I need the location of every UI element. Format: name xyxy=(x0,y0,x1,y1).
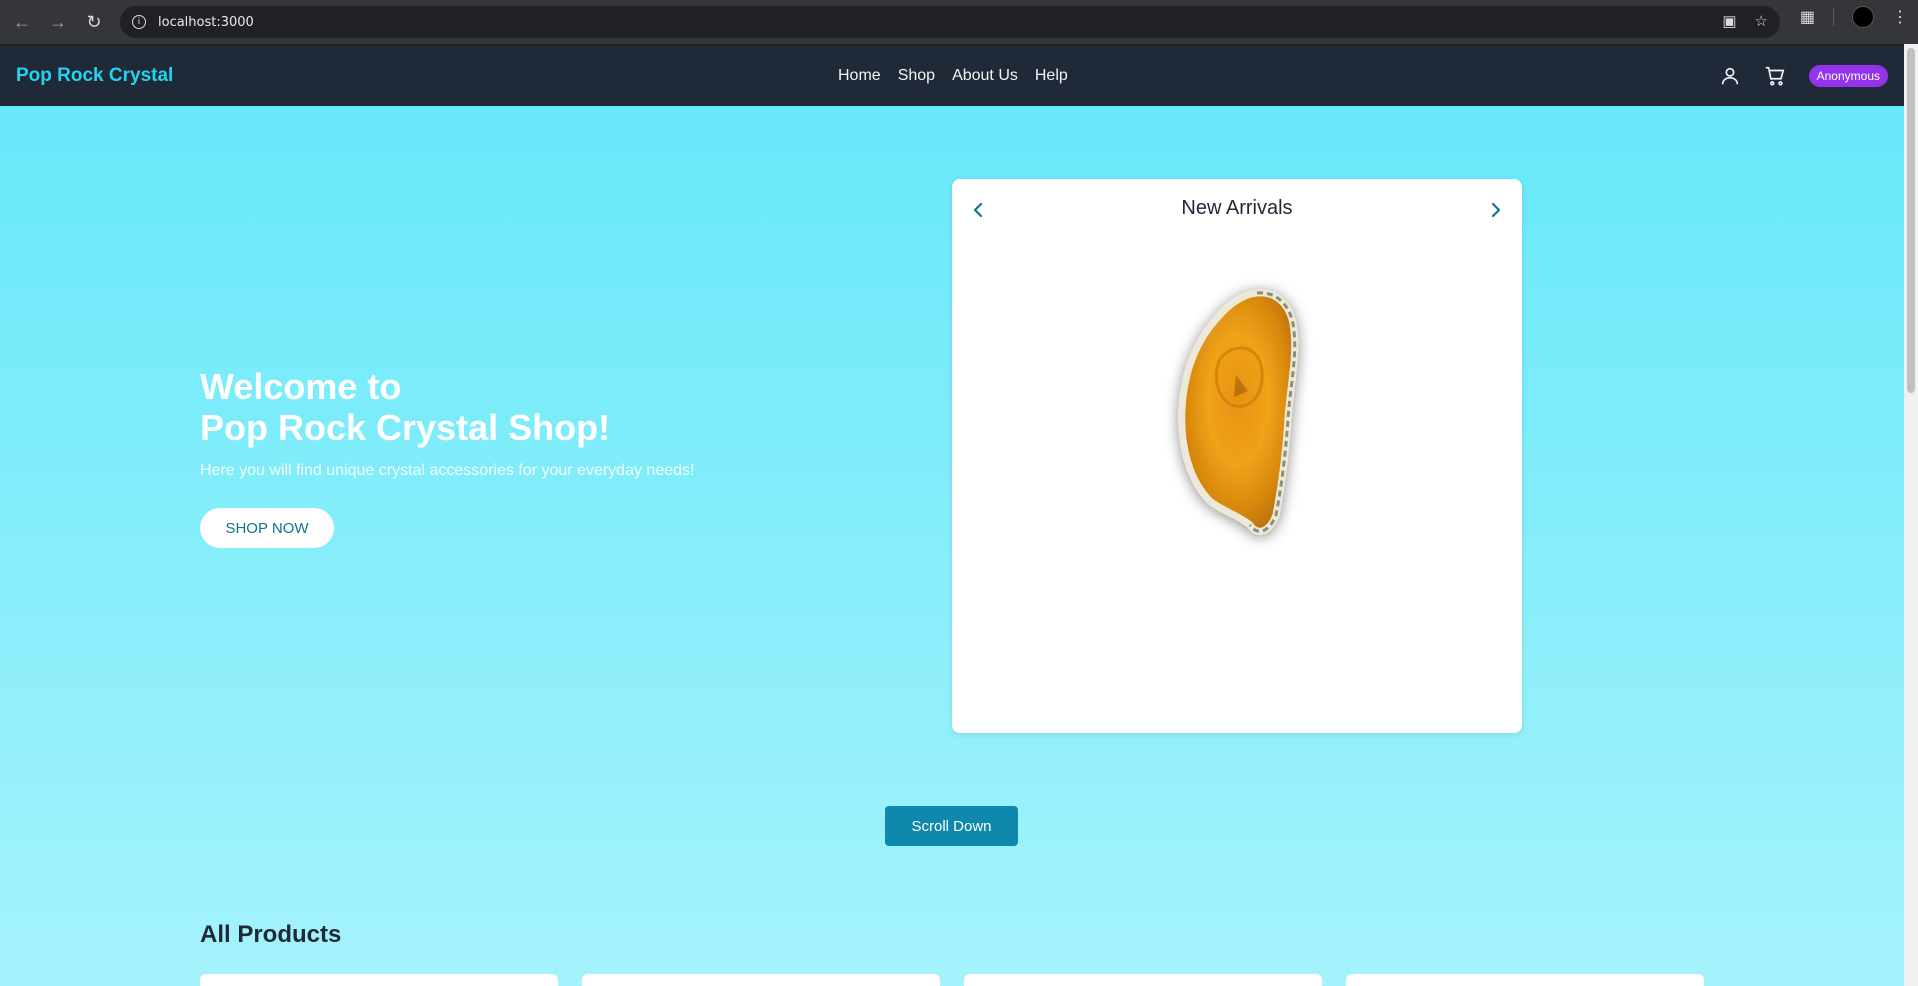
nav-shop[interactable]: Shop xyxy=(898,67,935,85)
nav-home[interactable]: Home xyxy=(838,67,881,85)
reload-icon[interactable]: ↻ xyxy=(76,4,112,40)
extensions-icon[interactable]: ▦ xyxy=(1800,7,1815,27)
back-icon[interactable]: ← xyxy=(4,4,40,40)
hero-title-line2: Pop Rock Crystal Shop! xyxy=(200,407,611,448)
site-header: Pop Rock Crystal Home Shop About Us Help… xyxy=(0,46,1904,106)
site-info-icon[interactable]: i xyxy=(132,15,146,29)
scrollbar-thumb[interactable] xyxy=(1907,48,1915,393)
hero-section: Welcome to Pop Rock Crystal Shop! Here y… xyxy=(0,106,1904,986)
bookmark-star-icon[interactable]: ☆ xyxy=(1755,12,1768,30)
page-scrollbar[interactable] xyxy=(1904,44,1918,986)
product-card[interactable] xyxy=(1346,974,1704,986)
nav-about-us[interactable]: About Us xyxy=(952,67,1018,85)
cart-icon[interactable] xyxy=(1763,65,1787,87)
profile-avatar[interactable] xyxy=(1852,6,1874,28)
product-card[interactable] xyxy=(582,974,940,986)
hero-subtitle: Here you will find unique crystal access… xyxy=(200,462,695,479)
product-card[interactable] xyxy=(964,974,1322,986)
scroll-down-button[interactable]: Scroll Down xyxy=(885,806,1018,846)
brand-logo[interactable]: Pop Rock Crystal xyxy=(16,65,173,87)
chevron-right-icon[interactable] xyxy=(1482,197,1508,223)
hero-title-line1: Welcome to xyxy=(200,366,402,407)
shop-now-button[interactable]: SHOP NOW xyxy=(200,508,334,548)
main-nav: Home Shop About Us Help xyxy=(838,67,1068,85)
hero-title: Welcome to Pop Rock Crystal Shop! xyxy=(200,366,610,448)
install-app-icon[interactable]: ▣ xyxy=(1722,12,1736,30)
product-card[interactable] xyxy=(200,974,558,986)
user-icon[interactable] xyxy=(1719,65,1741,87)
carousel-title: New Arrivals xyxy=(1181,197,1293,219)
user-badge[interactable]: Anonymous xyxy=(1808,65,1888,87)
url-text[interactable]: localhost:3000 xyxy=(158,15,254,30)
browser-menu-icon[interactable]: ⋮ xyxy=(1892,7,1908,27)
all-products-heading: All Products xyxy=(200,921,342,948)
forward-icon[interactable]: → xyxy=(40,4,76,40)
new-arrivals-carousel: New Arrivals xyxy=(952,179,1522,733)
browser-toolbar: ← → ↻ i localhost:3000 ▣ ☆ ▦ ⋮ xyxy=(0,0,1918,44)
address-bar[interactable]: i localhost:3000 ▣ ☆ xyxy=(120,6,1780,38)
nav-help[interactable]: Help xyxy=(1035,67,1068,85)
toolbar-divider xyxy=(1833,8,1834,26)
crystal-product-image[interactable] xyxy=(1152,279,1322,554)
